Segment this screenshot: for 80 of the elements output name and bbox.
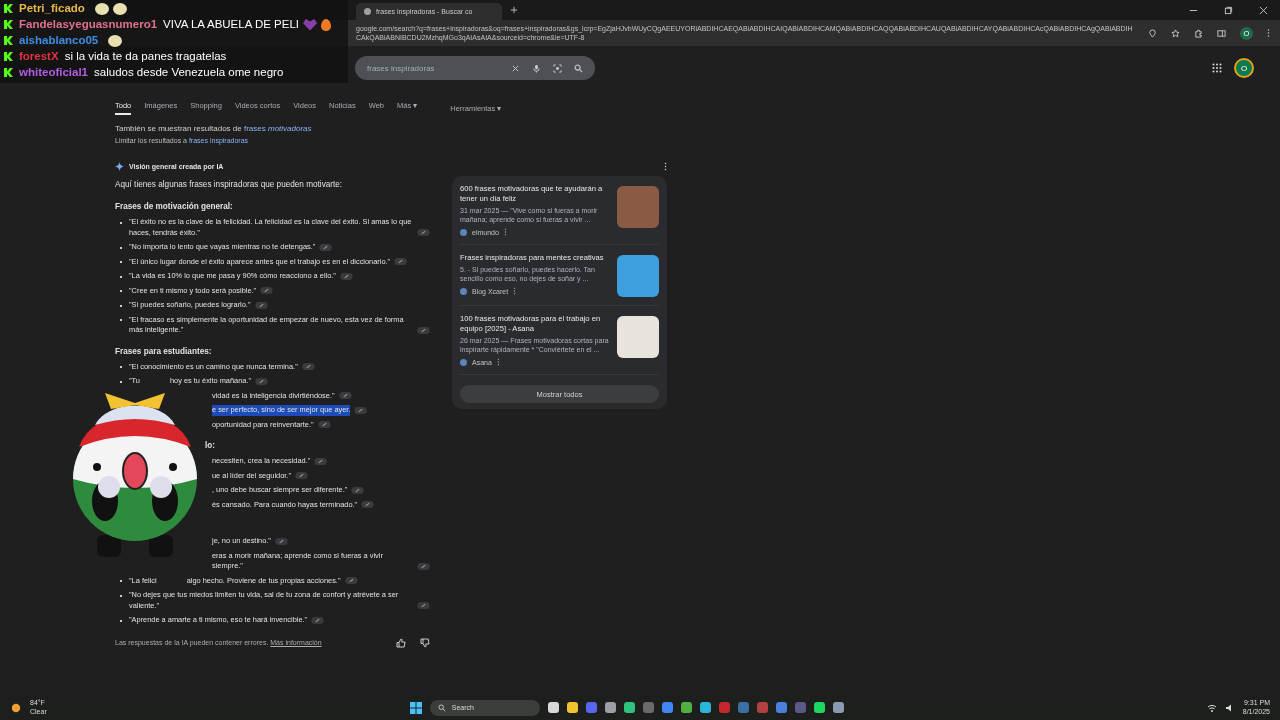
link-icon[interactable] bbox=[254, 301, 268, 309]
sticker-emote-icon bbox=[94, 2, 109, 15]
chat-message: si la vida te da panes tragatelas bbox=[64, 50, 227, 63]
clear-icon[interactable] bbox=[511, 63, 520, 73]
flame-emote-icon bbox=[321, 18, 331, 31]
link-icon[interactable] bbox=[361, 501, 375, 508]
section-heading: lo: bbox=[205, 440, 216, 452]
link-icon[interactable] bbox=[417, 326, 430, 334]
link-icon[interactable] bbox=[319, 243, 333, 251]
link-icon[interactable] bbox=[394, 258, 408, 265]
query-field[interactable]: frases inspiradoras bbox=[355, 56, 595, 80]
link-icon[interactable] bbox=[314, 457, 328, 465]
link-icon[interactable] bbox=[344, 577, 358, 584]
link-icon[interactable] bbox=[317, 421, 331, 428]
link-icon[interactable] bbox=[301, 363, 315, 370]
wifi-icon[interactable] bbox=[1206, 702, 1217, 713]
star-icon[interactable] bbox=[1171, 28, 1180, 38]
thumbnail-placeholder bbox=[617, 186, 659, 228]
windows-start-icon[interactable] bbox=[409, 701, 422, 714]
link-icon[interactable] bbox=[260, 287, 274, 294]
chat-username: Fandelasyeguasnumero1 bbox=[19, 18, 158, 31]
account-avatar[interactable]: O bbox=[1234, 58, 1254, 78]
close-icon[interactable] bbox=[1259, 5, 1268, 15]
chat-message: saludos desde Venezuela ome negro bbox=[94, 66, 284, 79]
sticker-emote-icon bbox=[108, 34, 123, 47]
thumbnail-placeholder bbox=[617, 255, 659, 297]
more-options-icon[interactable] bbox=[513, 287, 517, 295]
link-icon[interactable] bbox=[417, 562, 430, 570]
puzzle-icon[interactable] bbox=[1194, 28, 1203, 38]
chat-username: forestX bbox=[19, 50, 59, 63]
new-tab-icon[interactable] bbox=[510, 6, 519, 14]
link-icon[interactable] bbox=[417, 602, 430, 609]
chat-username: aishablanco05 bbox=[19, 34, 99, 47]
globe-icon bbox=[364, 8, 371, 15]
intro-text: Aquí tienes algunas frases inspiradoras que pueden motivarte: bbox=[115, 179, 344, 191]
side-panel-icon[interactable] bbox=[1217, 28, 1226, 38]
site-favicon-icon bbox=[460, 287, 467, 295]
taskbar-app-icon[interactable] bbox=[604, 702, 616, 713]
thumbnail-placeholder bbox=[617, 316, 659, 358]
more-options-icon[interactable] bbox=[496, 358, 500, 366]
weather-sun-icon[interactable] bbox=[10, 701, 22, 714]
sparkle-icon bbox=[115, 162, 124, 171]
site-favicon-icon bbox=[460, 228, 467, 236]
restore-icon[interactable] bbox=[1224, 5, 1233, 15]
heart-emote-icon bbox=[303, 18, 317, 31]
chat-username: Petri_ficado bbox=[19, 2, 85, 15]
chat-username: whiteoficial1 bbox=[19, 66, 89, 79]
section-heading: Frases de motivación general: bbox=[115, 201, 234, 213]
search-icon[interactable] bbox=[574, 63, 583, 73]
suggested-query-link[interactable]: frases motivadoras bbox=[243, 124, 312, 133]
more-options-icon[interactable] bbox=[503, 228, 507, 236]
link-icon[interactable] bbox=[274, 537, 288, 545]
search-icon bbox=[437, 703, 446, 712]
thumbs-up-icon[interactable] bbox=[396, 637, 406, 648]
section-heading: Frases para estudiantes: bbox=[115, 345, 213, 358]
taskbar-app-icon[interactable] bbox=[547, 702, 559, 713]
site-favicon-icon bbox=[460, 358, 467, 366]
notice-text: También se muestran resultados de frases motivadoras bbox=[115, 123, 313, 135]
thumbs-down-icon[interactable] bbox=[420, 637, 430, 648]
taskbar-app-icon[interactable] bbox=[832, 702, 844, 713]
taskbar-app-icon[interactable] bbox=[813, 702, 825, 713]
link-icon[interactable] bbox=[338, 392, 352, 399]
taskbar-app-icon[interactable] bbox=[699, 702, 711, 713]
location-pin-icon[interactable] bbox=[1148, 28, 1157, 38]
link-icon[interactable] bbox=[339, 272, 353, 280]
link-icon[interactable] bbox=[255, 377, 269, 385]
microphone-icon[interactable] bbox=[532, 63, 541, 73]
taskbar-app-icon[interactable] bbox=[623, 702, 635, 713]
camera-lens-icon[interactable] bbox=[553, 63, 562, 73]
taskbar-app-icon[interactable] bbox=[680, 702, 692, 713]
sticker-emote-icon bbox=[112, 2, 127, 15]
chat-message: VIVA LA ABUELA DE PELI bbox=[163, 18, 299, 31]
link-icon[interactable] bbox=[311, 616, 325, 624]
link-icon[interactable] bbox=[354, 406, 368, 414]
apps-grid-icon[interactable] bbox=[1212, 63, 1222, 73]
taskbar-app-icon[interactable] bbox=[566, 702, 578, 713]
link-icon[interactable] bbox=[417, 229, 430, 236]
link-icon[interactable] bbox=[295, 472, 309, 479]
more-menu-icon[interactable] bbox=[1267, 28, 1270, 38]
link-icon[interactable] bbox=[351, 486, 365, 494]
